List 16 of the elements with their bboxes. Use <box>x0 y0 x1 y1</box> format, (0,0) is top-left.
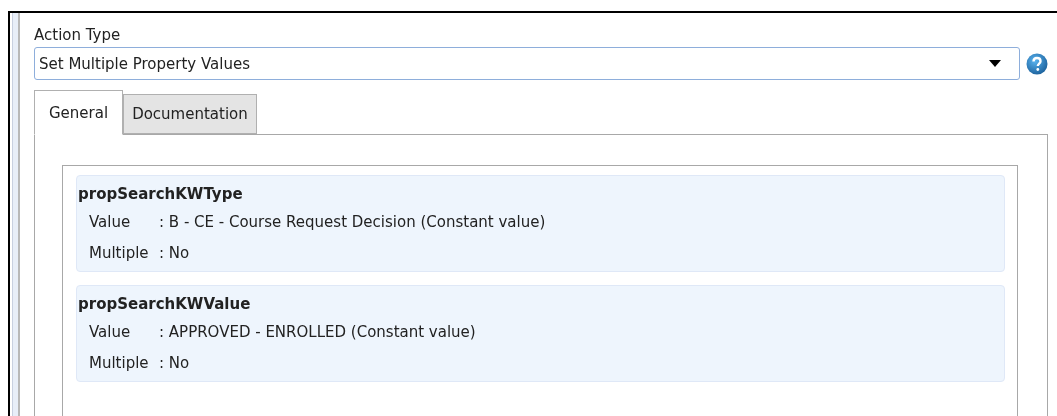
field-label: Action Type <box>34 25 122 46</box>
action-type-dropdown[interactable]: Set Multiple Property Values <box>34 47 1020 80</box>
field-label: Multiple <box>89 243 150 264</box>
tab[interactable]: Documentation <box>123 94 257 134</box>
field-value: : B - CE - Course Request Decision (Constant value) <box>159 212 546 233</box>
caret-icon <box>989 60 1001 67</box>
property-name: propSearchKWValue <box>78 294 252 315</box>
field-label: Multiple <box>89 353 150 374</box>
field-value: : No <box>159 243 190 264</box>
field-label: Value <box>89 322 132 343</box>
property-name: propSearchKWType <box>78 184 244 205</box>
field-value: : APPROVED - ENROLLED (Constant value) <box>159 322 476 343</box>
field-value: : No <box>159 353 190 374</box>
field-label: Value <box>89 212 132 233</box>
help-icon[interactable] <box>1026 52 1048 75</box>
tab[interactable]: General <box>34 90 124 135</box>
